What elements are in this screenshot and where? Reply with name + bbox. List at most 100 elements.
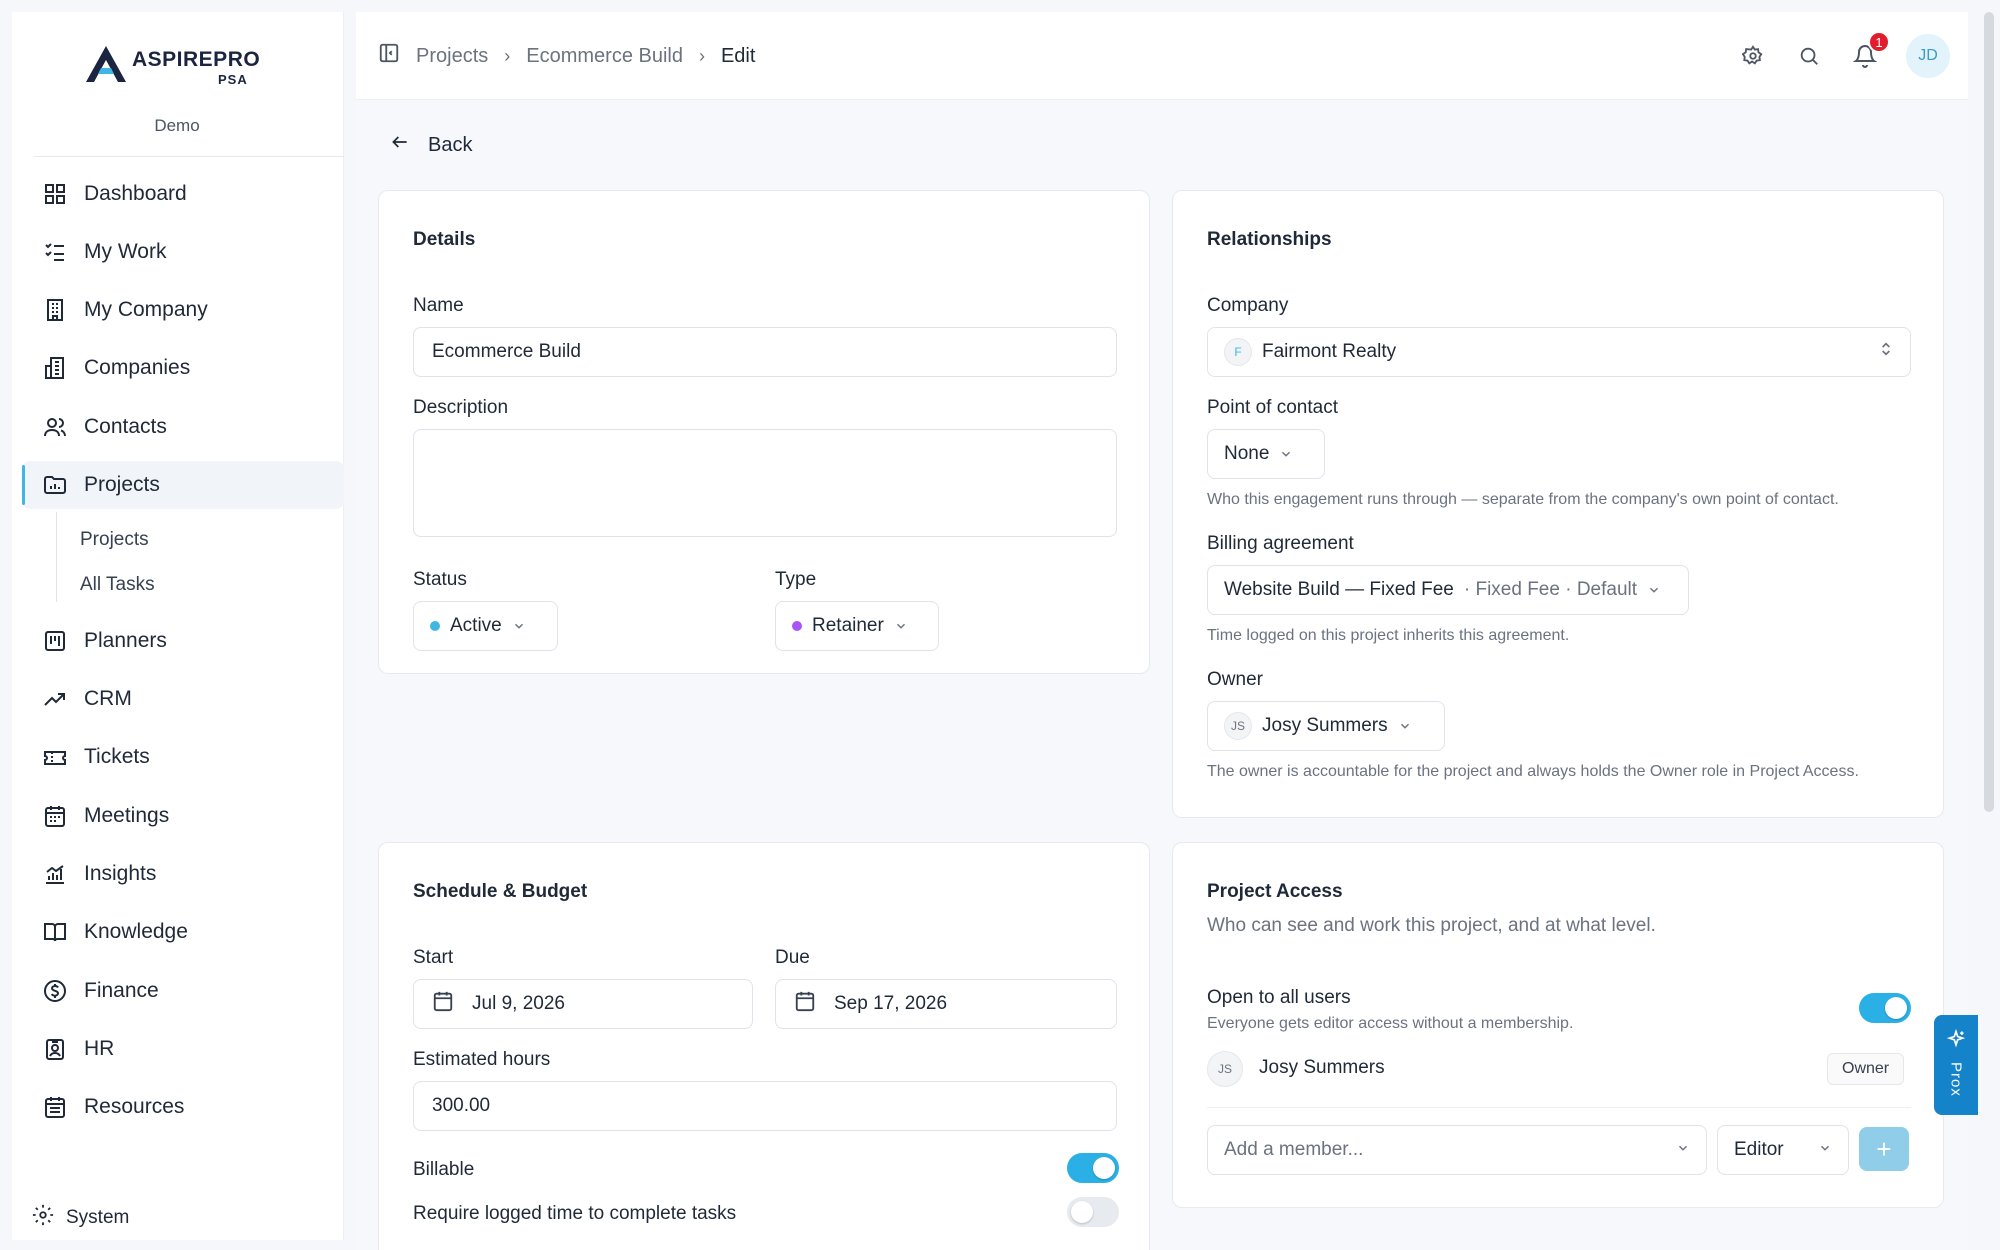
calendar-icon — [432, 990, 454, 1018]
billing-hint: Time logged on this project inherits thi… — [1207, 627, 1570, 644]
description-textarea[interactable] — [413, 429, 1117, 537]
breadcrumb-projects[interactable]: Projects — [416, 45, 488, 68]
project-access-card: Project Access Who can see and work this… — [1172, 842, 1944, 1208]
add-member-placeholder: Add a member... — [1224, 1139, 1364, 1160]
start-label: Start — [413, 947, 454, 968]
due-date-input[interactable]: Sep 17, 2026 — [775, 979, 1117, 1029]
status-select[interactable]: Active — [413, 601, 558, 651]
sidebar-item-my-work[interactable]: My Work — [22, 228, 342, 276]
details-card: Details Name Ecommerce Build Description… — [378, 190, 1150, 674]
calendar-icon — [794, 990, 816, 1018]
back-label: Back — [428, 133, 473, 156]
grid-icon — [42, 181, 68, 207]
sidebar-item-label: Finance — [84, 979, 159, 1002]
owner-avatar: JS — [1224, 712, 1252, 740]
billing-select[interactable]: Website Build — Fixed Fee · Fixed Fee · … — [1207, 565, 1689, 615]
billing-value: Website Build — Fixed Fee — [1224, 579, 1454, 600]
settings-icon[interactable] — [1738, 41, 1768, 71]
open-to-all-hint: Everyone gets editor access without a me… — [1207, 1015, 1574, 1032]
search-icon[interactable] — [1794, 41, 1824, 71]
open-to-all-toggle[interactable] — [1859, 993, 1911, 1023]
start-date-input[interactable]: Jul 9, 2026 — [413, 979, 753, 1029]
back-button[interactable]: Back — [390, 132, 472, 158]
due-label: Due — [775, 947, 810, 968]
add-member-select[interactable]: Add a member... — [1207, 1125, 1707, 1175]
sidebar-item-dashboard[interactable]: Dashboard — [22, 170, 342, 218]
system-label: System — [66, 1207, 130, 1228]
chevron-down-icon — [894, 619, 908, 633]
access-title: Project Access — [1207, 881, 1343, 902]
sidebar-item-tickets[interactable]: Tickets — [22, 733, 342, 781]
system-menu[interactable]: System — [32, 1204, 129, 1232]
chevron-down-icon — [1818, 1139, 1832, 1161]
sidebar-item-my-company[interactable]: My Company — [22, 286, 342, 334]
brand-logo[interactable]: ASPIREPRO PSA — [72, 34, 312, 94]
sidebar-subitem-projects[interactable]: Projects — [80, 529, 149, 551]
type-value: Retainer — [812, 615, 884, 636]
type-select[interactable]: Retainer — [775, 601, 939, 651]
start-date-value: Jul 9, 2026 — [472, 993, 565, 1014]
breadcrumb-ecommerce-build[interactable]: Ecommerce Build — [526, 45, 683, 68]
status-label: Status — [413, 569, 467, 590]
checklist-icon — [42, 239, 68, 265]
sidebar-item-label: Dashboard — [84, 182, 187, 205]
sidebar-item-label: Resources — [84, 1095, 185, 1118]
logo-icon — [86, 46, 126, 82]
relationships-title: Relationships — [1207, 229, 1332, 250]
schedule-title: Schedule & Budget — [413, 881, 588, 902]
sidebar-item-label: Insights — [84, 862, 157, 885]
billable-toggle[interactable] — [1067, 1153, 1119, 1183]
relationships-card: Relationships Company F Fairmont Realty … — [1172, 190, 1944, 818]
chevron-down-icon — [1647, 583, 1661, 597]
sidebar-item-label: Projects — [84, 473, 160, 496]
schedule-card: Schedule & Budget Start Jul 9, 2026 Due … — [378, 842, 1150, 1250]
users-icon — [42, 414, 68, 440]
hours-input[interactable]: 300.00 — [413, 1081, 1117, 1131]
assistant-launcher[interactable]: Prox — [1934, 1015, 1978, 1115]
member-name: Josy Summers — [1259, 1057, 1385, 1078]
company-select[interactable]: F Fairmont Realty — [1207, 327, 1911, 377]
sidebar: ASPIREPRO PSA Demo Dashboard My Work My … — [12, 12, 344, 1240]
company-value: Fairmont Realty — [1262, 341, 1397, 362]
sidebar-item-companies[interactable]: Companies — [22, 344, 342, 392]
sidebar-toggle-icon[interactable] — [378, 42, 400, 70]
sidebar-item-finance[interactable]: Finance — [22, 967, 342, 1015]
member-role-select[interactable]: Editor — [1717, 1125, 1849, 1175]
bell-icon[interactable]: 1 — [1850, 31, 1890, 71]
ticket-icon — [42, 744, 68, 770]
user-avatar[interactable]: JD — [1906, 34, 1950, 78]
sidebar-item-label: CRM — [84, 687, 132, 710]
sidebar-item-crm[interactable]: CRM — [22, 675, 342, 723]
sidebar-item-label: My Work — [84, 240, 167, 263]
sidebar-item-resources[interactable]: Resources — [22, 1083, 342, 1131]
company-label: Company — [1207, 295, 1289, 316]
sidebar-item-meetings[interactable]: Meetings — [22, 792, 342, 840]
owner-value: Josy Summers — [1262, 715, 1388, 736]
brand-suffix: PSA — [218, 72, 248, 87]
sidebar-item-label: Planners — [84, 629, 167, 652]
main-content: Back Details Name Ecommerce Build Descri… — [356, 100, 1968, 1250]
role-value: Editor — [1734, 1139, 1784, 1160]
calendar-grid-icon — [42, 1094, 68, 1120]
name-input[interactable]: Ecommerce Build — [413, 327, 1117, 377]
scrollbar[interactable] — [1984, 12, 1994, 812]
owner-select[interactable]: JS Josy Summers — [1207, 701, 1445, 751]
trend-icon — [42, 686, 68, 712]
owner-label: Owner — [1207, 669, 1263, 690]
require-time-toggle[interactable] — [1067, 1197, 1119, 1227]
poc-label: Point of contact — [1207, 397, 1338, 418]
access-subtitle: Who can see and work this project, and a… — [1207, 915, 1656, 936]
sidebar-subitem-all-tasks[interactable]: All Tasks — [80, 574, 155, 596]
sidebar-item-projects[interactable]: Projects — [22, 461, 344, 509]
divider — [34, 156, 344, 157]
poc-select[interactable]: None — [1207, 429, 1325, 479]
add-member-button[interactable]: + — [1859, 1127, 1909, 1171]
folder-icon — [42, 472, 68, 498]
chevron-down-icon — [1279, 447, 1293, 461]
sidebar-item-planners[interactable]: Planners — [22, 617, 342, 665]
sidebar-item-insights[interactable]: Insights — [22, 850, 342, 898]
sidebar-item-knowledge[interactable]: Knowledge — [22, 908, 342, 956]
sidebar-item-hr[interactable]: HR — [22, 1025, 342, 1073]
sidebar-item-contacts[interactable]: Contacts — [22, 403, 342, 451]
sidebar-item-label: HR — [84, 1037, 115, 1060]
